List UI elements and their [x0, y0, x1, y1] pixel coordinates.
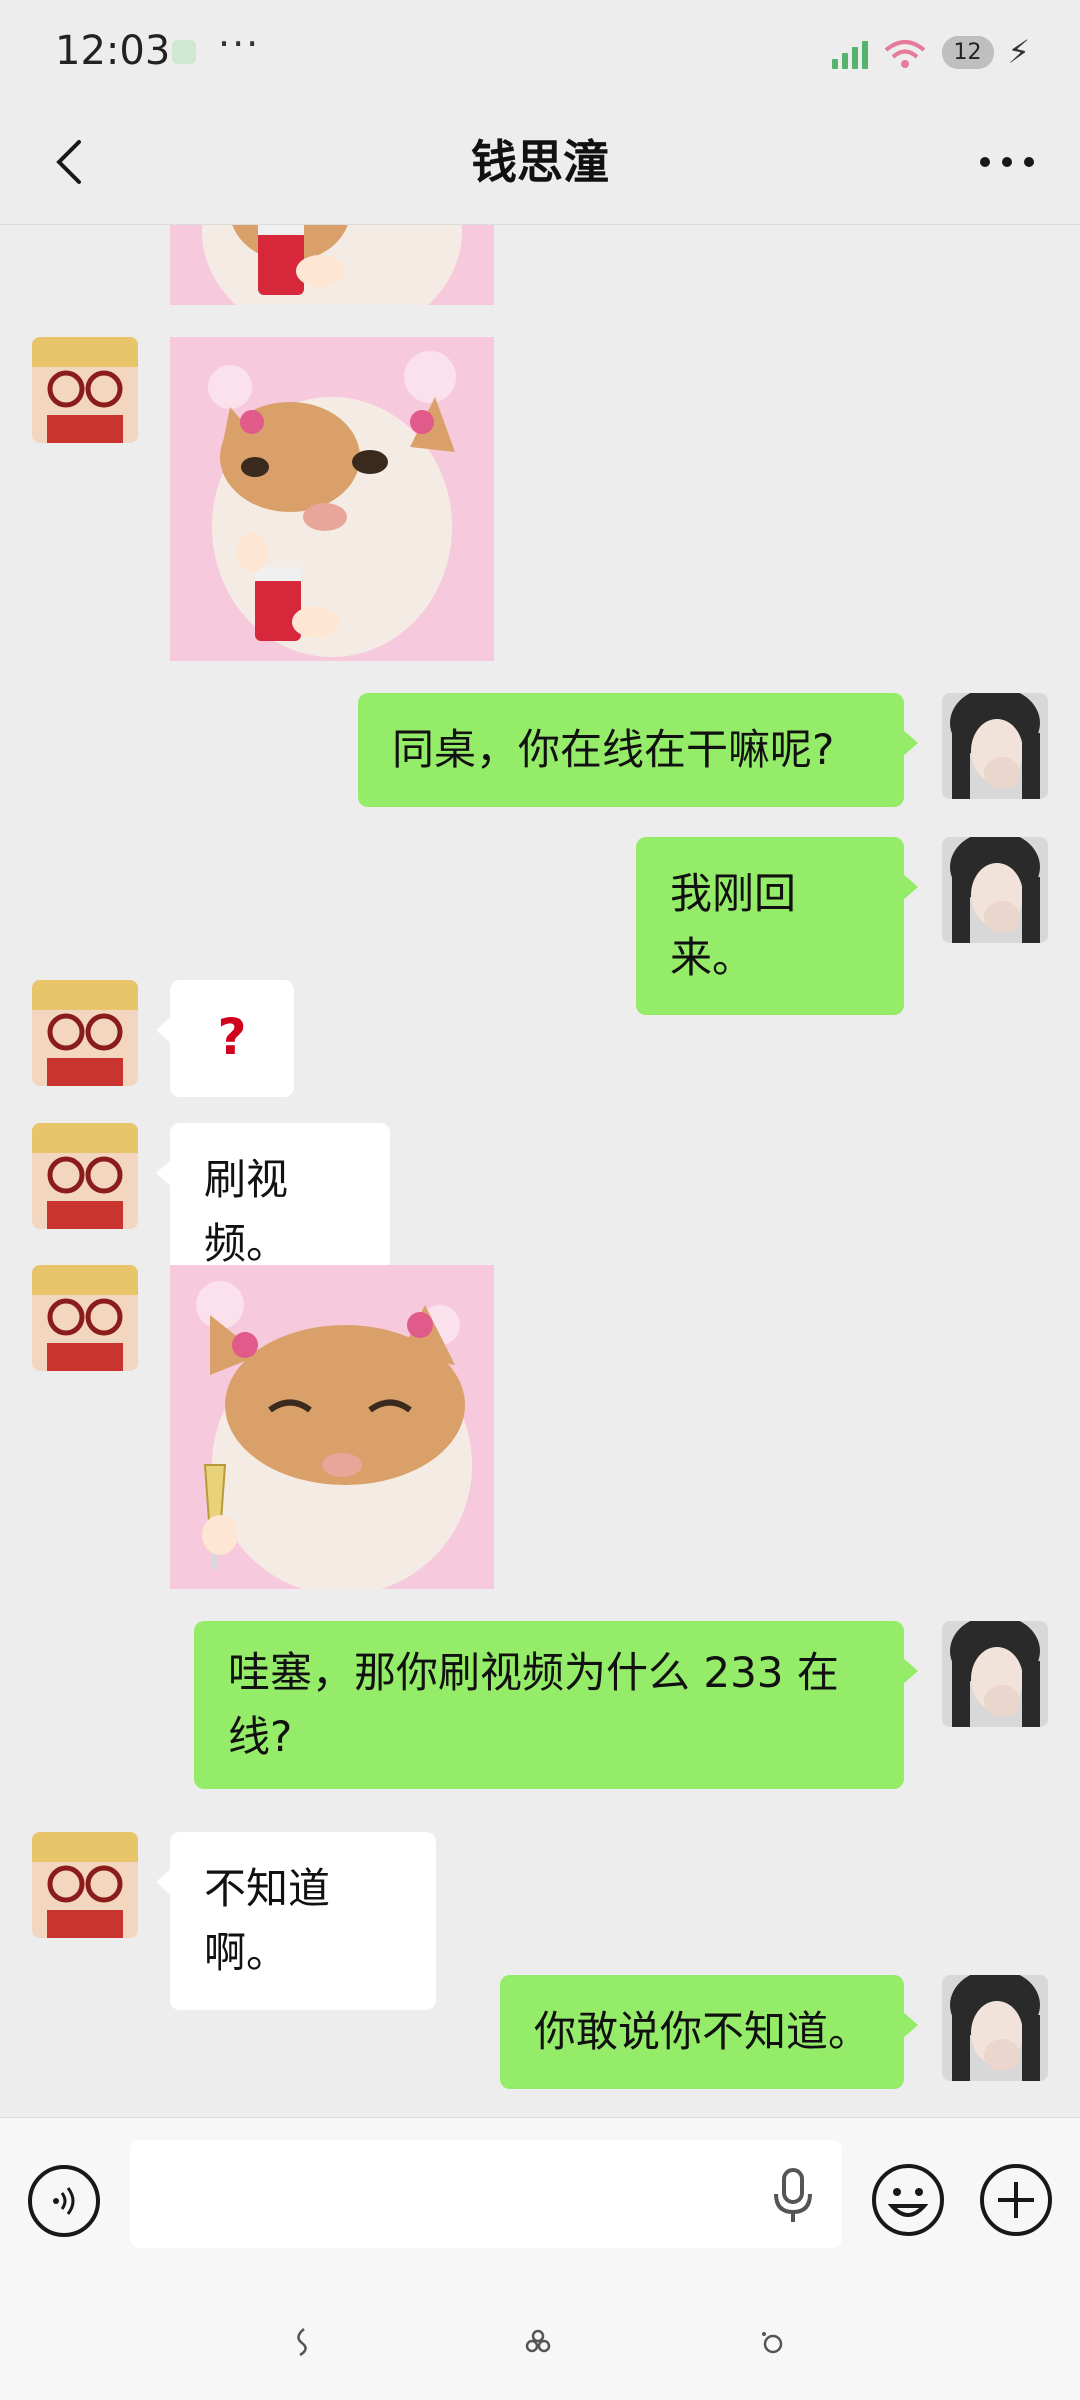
contact-avatar[interactable] — [32, 1123, 138, 1229]
message-row: 同桌，你在线在干嘛呢? — [0, 693, 1080, 807]
input-bar — [0, 2117, 1080, 2288]
message-row: 哇塞，那你刷视频为什么 233 在线? — [0, 1621, 1080, 1797]
message-row — [0, 1265, 1080, 1589]
avatar-image — [32, 1265, 138, 1371]
message-bubble[interactable]: 你敢说你不知道。 — [500, 1975, 918, 2089]
message-row — [0, 225, 1080, 305]
status-time: 12:03 — [55, 28, 171, 74]
avatar-image — [32, 1123, 138, 1229]
nav-home-icon[interactable] — [518, 2322, 558, 2362]
avatar-image — [32, 980, 138, 1086]
message-row: ? — [0, 980, 1080, 1097]
my-avatar[interactable] — [942, 1975, 1048, 2081]
avatar-image — [942, 837, 1048, 943]
plus-icon[interactable] — [978, 2162, 1054, 2238]
contact-avatar[interactable] — [32, 1832, 138, 1938]
message-bubble[interactable]: ? — [156, 980, 294, 1097]
cat-sticker-image — [170, 337, 494, 661]
emoji-icon[interactable] — [870, 2162, 946, 2238]
cat-sticker[interactable] — [170, 225, 494, 305]
voice-toggle-icon — [53, 2187, 75, 2215]
message-row: 刷视频。 — [0, 1123, 1080, 1301]
system-nav-bar — [0, 2287, 1080, 2400]
chat-title: 钱思潼 — [471, 135, 609, 189]
message-row — [0, 337, 1080, 661]
signal-icon — [831, 35, 868, 69]
app-notification-icon — [172, 40, 196, 64]
cat-sticker-image — [170, 1265, 494, 1589]
battery-badge: 12 — [941, 35, 994, 69]
message-list[interactable]: 同桌，你在线在干嘛呢? 我刚回来。 ? 刷视频。 哇塞，那你刷视频为什么 233… — [0, 225, 1080, 2115]
avatar-image — [32, 1832, 138, 1938]
charging-icon: ⚡ — [1007, 33, 1030, 71]
cat-sticker-image — [170, 225, 494, 305]
message-bubble[interactable]: 同桌，你在线在干嘛呢? — [358, 693, 918, 807]
my-avatar[interactable] — [942, 837, 1048, 943]
more-dots-icon — [980, 157, 1034, 167]
chat-header: 钱思潼 — [0, 100, 1080, 225]
status-bar: 12:03 ··· 12 ⚡ — [0, 0, 1080, 100]
cat-sticker[interactable] — [170, 337, 494, 661]
wifi-icon — [884, 40, 925, 68]
message-row: 你敢说你不知道。 — [0, 1975, 1080, 2089]
voice-toggle-button[interactable] — [28, 2165, 100, 2237]
message-row: 我刚回来。 — [0, 837, 1080, 1015]
my-avatar[interactable] — [942, 1621, 1048, 1727]
avatar-image — [942, 1975, 1048, 2081]
more-button[interactable] — [972, 130, 1042, 194]
nav-back-icon[interactable] — [282, 2322, 322, 2362]
avatar-image — [32, 337, 138, 443]
avatar-image — [942, 1621, 1048, 1727]
question-mark: ? — [217, 1008, 247, 1066]
more-notifications-icon: ··· — [218, 22, 261, 66]
contact-avatar[interactable] — [32, 980, 138, 1086]
contact-avatar[interactable] — [32, 337, 138, 443]
my-avatar[interactable] — [942, 693, 1048, 799]
contact-avatar[interactable] — [32, 1265, 138, 1371]
message-bubble[interactable]: 哇塞，那你刷视频为什么 233 在线? — [194, 1621, 918, 1789]
cat-sticker[interactable] — [170, 1265, 494, 1589]
nav-recents-icon[interactable] — [752, 2322, 792, 2362]
microphone-icon[interactable] — [770, 2166, 816, 2226]
avatar-image — [942, 693, 1048, 799]
message-input[interactable] — [130, 2140, 842, 2248]
message-row: 不知道啊。 — [0, 1832, 1080, 2010]
